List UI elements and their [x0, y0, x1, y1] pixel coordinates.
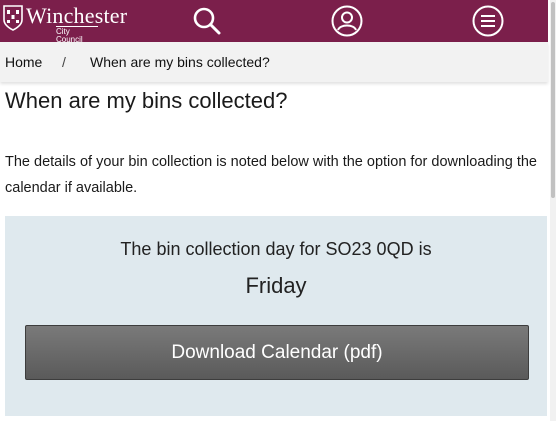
breadcrumb-current: When are my bins collected?	[90, 54, 270, 70]
collection-result-panel: The bin collection day for SO23 0QD is F…	[5, 216, 547, 416]
breadcrumb-separator: /	[62, 54, 66, 70]
logo-name: Winchester	[26, 3, 128, 28]
page-scrollbar[interactable]	[550, 0, 556, 421]
account-icon[interactable]	[331, 5, 363, 37]
download-calendar-button[interactable]: Download Calendar (pdf)	[25, 325, 529, 380]
page-title: When are my bins collected?	[5, 88, 288, 113]
collection-lead-text: The bin collection day for SO23 0QD is	[120, 239, 432, 259]
breadcrumb-home-link[interactable]: Home	[5, 54, 42, 70]
collection-day: Friday	[245, 273, 307, 298]
menu-icon[interactable]	[472, 5, 504, 37]
council-logo[interactable]: Winchester City Council	[2, 3, 128, 44]
scrollbar-thumb[interactable]	[551, 2, 555, 198]
search-icon[interactable]	[191, 5, 223, 37]
crest-icon	[3, 5, 23, 31]
site-header: Winchester City Council	[0, 0, 548, 44]
breadcrumb: Home / When are my bins collected?	[0, 42, 548, 82]
intro-text: The details of your bin collection is no…	[5, 154, 537, 196]
